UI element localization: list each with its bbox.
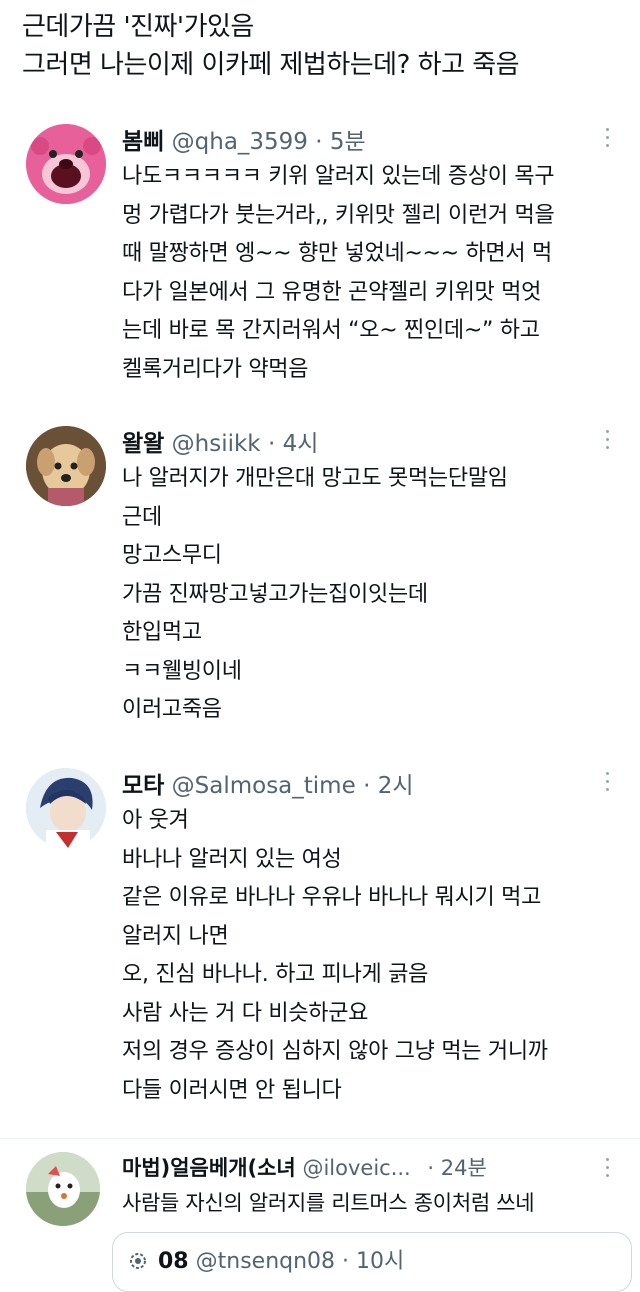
tweet-text: 사람들 자신의 알러지를 리트머스 종이처럼 쓰네 — [122, 1184, 535, 1223]
tweet-text-line: 는데 바로 목 간지러워서 “오~ 찐인데~” 하고 — [122, 318, 540, 343]
timestamp[interactable]: 5분 — [330, 129, 366, 155]
display-name[interactable]: 마법)얼음베개(소녀 — [122, 1156, 296, 1180]
display-name[interactable]: 왈왈 — [122, 431, 164, 457]
quoted-timestamp[interactable]: 10시 — [356, 1249, 404, 1274]
tweet-text-line: 사람 사는 거 다 비슷하군요 — [122, 1000, 369, 1026]
tweet-header: 마법)얼음베개(소녀 @iloveic... · 24분 — [122, 1152, 487, 1182]
divider — [0, 1138, 640, 1139]
tweet-text-line: 다가 일본에서 그 유명한 곤약젤리 키위맛 먹엇 — [122, 279, 542, 305]
pink-bear-avatar[interactable] — [26, 124, 106, 204]
tweet-text-line: 알러지 나면 — [122, 923, 229, 949]
separator-dot: · — [267, 431, 276, 457]
tweet-text: 나 알러지가 개만은대 망고도 못먹는단말임 근데 망고스무디 가끔 진짜망고넣… — [122, 460, 508, 730]
caption-line-2: 그러면 나는이제 이카페 제법하는데? 하고 죽음 — [22, 50, 520, 80]
user-handle[interactable]: @Salmosa_time — [172, 773, 356, 799]
tweet-text-line: 한입먹고 — [122, 620, 202, 645]
top-caption: 근데가끔 '진짜'가있음 그러면 나는이제 이카페 제법하는데? 하고 죽음 — [22, 8, 520, 84]
user-handle[interactable]: @qha_3599 — [172, 129, 308, 155]
more-options-icon[interactable] — [606, 128, 612, 152]
caption-line-1: 근데가끔 '진짜'가있음 — [22, 12, 254, 42]
display-name[interactable]: 모타 — [122, 773, 164, 799]
tweet-header: 모타 @Salmosa_time · 2시 — [122, 766, 413, 800]
tweet-text-line: 이러고죽음 — [122, 697, 222, 722]
tweet-text-line: 나 알러지가 개만은대 망고도 못먹는단말임 — [122, 466, 508, 491]
tweet-text-line: 같은 이유로 바나나 우유나 바나나 뭐시기 먹고 — [122, 885, 542, 910]
quoted-tweet-header: 08 @tnsenqn08 · 10시 — [129, 1243, 404, 1275]
tweet-text-line: 켈록거리다가 약먹음 — [122, 356, 309, 382]
quoted-tweet-card[interactable]: 08 @tnsenqn08 · 10시 — [112, 1232, 632, 1292]
tweet-text-line: 저의 경우 증상이 심하지 않아 그냥 먹는 거니까 — [122, 1039, 548, 1064]
more-options-icon[interactable] — [606, 772, 612, 796]
user-handle[interactable]: @hsiikk — [172, 431, 261, 457]
separator-dot: · — [427, 1156, 435, 1180]
anime-character-avatar[interactable] — [26, 768, 106, 848]
tweet-text-line: 근데 — [122, 504, 162, 530]
quoted-display-name[interactable]: 08 — [158, 1249, 189, 1274]
tweet-text-line: 가끔 진짜망고넣고가는집이잇는데 — [122, 581, 428, 607]
timestamp[interactable]: 2시 — [378, 773, 414, 799]
timestamp[interactable]: 4시 — [283, 431, 319, 457]
tweet-text: 아 웃겨 바나나 알러지 있는 여성 같은 이유로 바나나 우유나 바나나 뭐시… — [122, 802, 548, 1110]
tweet-text-line: 망고스무디 — [122, 543, 222, 568]
tweet-text: 나도ㅋㅋㅋㅋㅋ 키위 알러지 있는데 증상이 목구 멍 가렵다가 붓는거라,, … — [122, 158, 555, 389]
more-options-icon[interactable] — [606, 430, 612, 454]
separator-dot: · — [342, 1249, 350, 1274]
tweet-text-line: 다들 이러시면 안 됩니다 — [122, 1077, 342, 1103]
quoted-user-handle[interactable]: @tnsenqn08 — [196, 1249, 335, 1274]
tweet-text-line: 사람들 자신의 알러지를 리트머스 종이처럼 쓰네 — [122, 1191, 535, 1215]
separator-dot: · — [315, 129, 323, 155]
tweet-header: 봄삐 @qha_3599 · 5분 — [122, 122, 366, 156]
tweet-text-line: 아 웃겨 — [122, 808, 189, 833]
tweet-header: 왈왈 @hsiikk · 4시 — [122, 424, 318, 458]
tweet-text-line: ㅋㅋ웰빙이네 — [122, 658, 242, 684]
tweet-text-line: 나도ㅋㅋㅋㅋㅋ 키위 알러지 있는데 증상이 목구 — [122, 164, 555, 189]
user-handle[interactable]: @iloveic... — [302, 1156, 410, 1180]
cartoon-avatar[interactable] — [26, 1152, 100, 1226]
tweet-text-line: 멍 가렵다가 붓는거라,, 키위맛 젤리 이런거 먹을 — [122, 202, 555, 228]
gear-badge-icon — [129, 1251, 147, 1269]
display-name[interactable]: 봄삐 — [122, 129, 164, 155]
timestamp[interactable]: 24분 — [441, 1156, 487, 1180]
tweet-text-line: 오, 진심 바나나. 하고 피나게 긁음 — [122, 962, 429, 987]
tweet-text-line: 때 말짱하면 엥~~ 향만 넣었네~~~ 하면서 먹 — [122, 241, 552, 266]
separator-dot: · — [363, 773, 371, 799]
more-options-icon[interactable] — [606, 1158, 612, 1182]
puppy-avatar[interactable] — [26, 426, 106, 506]
tweet-text-line: 바나나 알러지 있는 여성 — [122, 846, 342, 872]
